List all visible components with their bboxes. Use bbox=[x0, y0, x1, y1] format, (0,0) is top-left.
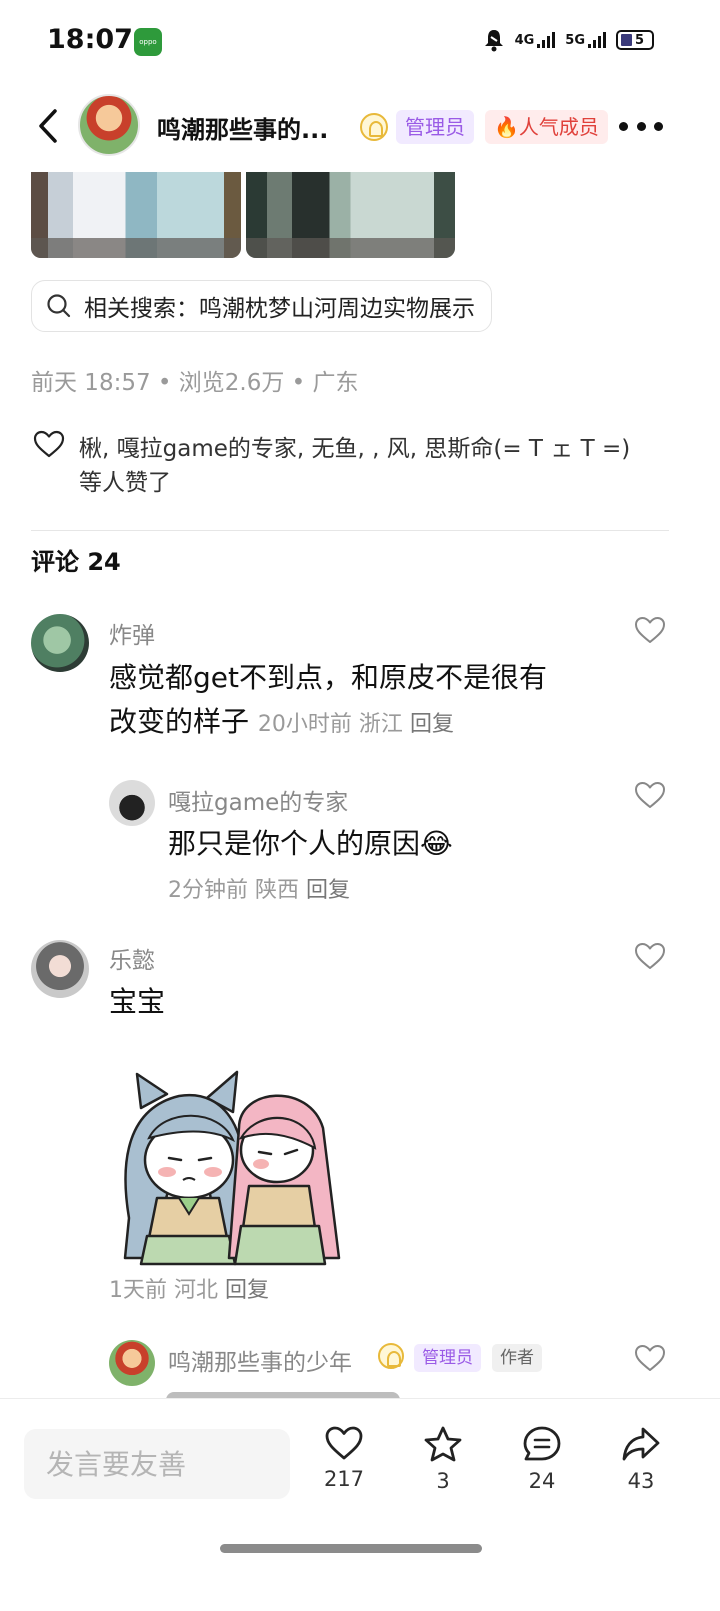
comment-text-line: 改变的样子 bbox=[109, 705, 250, 738]
status-bar: 18:07 oppo 4G 5G 5 bbox=[0, 0, 720, 84]
signal-4g-icon: 4G bbox=[515, 32, 556, 48]
heart-icon bbox=[33, 430, 65, 458]
likes-suffix: 等人赞了 bbox=[79, 470, 171, 496]
commenter-avatar[interactable] bbox=[109, 780, 155, 826]
network-5g-label: 5G bbox=[565, 33, 585, 48]
comment-button[interactable]: 24 bbox=[502, 1425, 582, 1493]
comment-like-icon[interactable] bbox=[634, 942, 666, 970]
comment-text: 感觉都get不到点，和原皮不是很有 改变的样子 20小时前 浙江 回复 bbox=[109, 656, 629, 747]
popular-member-tag: 🔥人气成员 bbox=[485, 110, 608, 144]
bottom-action-bar: 217 3 24 43 bbox=[0, 1398, 720, 1611]
post-image-gallery bbox=[31, 172, 461, 258]
star-icon bbox=[424, 1426, 462, 1462]
author-name[interactable]: 鸣潮那些事的... bbox=[157, 110, 349, 145]
home-indicator[interactable] bbox=[220, 1544, 482, 1553]
bell-mute-icon bbox=[484, 30, 503, 52]
share-count: 43 bbox=[627, 1469, 655, 1493]
likes-names: 楸, 嘎拉game的专家, 无鱼, , 风, 思斯命(= T ェ T =) bbox=[79, 436, 631, 462]
comment-like-icon[interactable] bbox=[634, 616, 666, 644]
fire-icon: 🔥 bbox=[494, 115, 519, 139]
commenter-name[interactable]: 鸣潮那些事的少年 bbox=[168, 1343, 352, 1377]
comment-time: 1天前 bbox=[109, 1278, 167, 1303]
commenter-avatar[interactable] bbox=[31, 940, 89, 998]
status-time: 18:07 bbox=[47, 24, 133, 55]
commenter-avatar[interactable] bbox=[109, 1340, 155, 1386]
share-button[interactable]: 43 bbox=[601, 1425, 681, 1493]
author-avatar[interactable] bbox=[78, 94, 140, 156]
share-arrow-icon bbox=[622, 1427, 660, 1461]
post-meta: 前天 18:57 • 浏览2.6万 • 广东 bbox=[31, 370, 359, 396]
comment-count: 24 bbox=[528, 1469, 556, 1493]
comment-like-icon[interactable] bbox=[634, 1344, 666, 1372]
battery-level: 5 bbox=[635, 32, 645, 48]
comment-meta: 2分钟前 陕西 回复 bbox=[168, 872, 350, 904]
commenter-avatar[interactable] bbox=[31, 614, 89, 672]
favorite-button[interactable]: 3 bbox=[403, 1425, 483, 1493]
related-search-chip[interactable]: 相关搜索：鸣潮枕梦山河周边实物展示 bbox=[31, 280, 492, 332]
comments-title: 评论 24 bbox=[31, 548, 121, 576]
more-options-button[interactable] bbox=[619, 110, 663, 142]
comment-bubble-icon bbox=[523, 1426, 561, 1461]
network-4g-label: 4G bbox=[514, 33, 535, 48]
back-arrow-icon[interactable] bbox=[36, 108, 60, 144]
related-search-text: 相关搜索：鸣潮枕梦山河周边实物展示 bbox=[84, 296, 475, 322]
sticker-image[interactable] bbox=[109, 1068, 343, 1268]
like-count: 217 bbox=[323, 1467, 365, 1491]
comment-meta: 20小时前 浙江 回复 bbox=[258, 712, 454, 737]
reply-button[interactable]: 回复 bbox=[410, 712, 454, 737]
author-tag: 作者 bbox=[492, 1344, 542, 1372]
comment-input[interactable] bbox=[24, 1429, 290, 1499]
comment-meta: 1天前 河北 回复 bbox=[109, 1272, 269, 1304]
comment-location: 浙江 bbox=[358, 712, 403, 737]
reply-button[interactable]: 回复 bbox=[306, 878, 350, 903]
comment-location: 河北 bbox=[174, 1278, 219, 1303]
admin-tag: 管理员 bbox=[396, 110, 474, 144]
comment-text-line: 感觉都get不到点，和原皮不是很有 bbox=[109, 661, 547, 694]
oppo-app-icon: oppo bbox=[134, 28, 162, 56]
divider bbox=[31, 530, 669, 531]
signal-5g-icon: 5G bbox=[565, 32, 606, 48]
battery-icon: 5 bbox=[616, 30, 654, 50]
comment-text: 宝宝 bbox=[109, 985, 166, 1018]
comment-time: 20小时前 bbox=[257, 712, 352, 737]
commenter-name[interactable]: 乐懿 bbox=[109, 941, 155, 975]
post-image[interactable] bbox=[31, 172, 241, 258]
status-indicators: 4G 5G 5 bbox=[483, 28, 654, 52]
comment-time: 2分钟前 bbox=[168, 878, 248, 903]
reply-button[interactable]: 回复 bbox=[225, 1278, 269, 1303]
heart-icon bbox=[325, 1426, 363, 1460]
post-image[interactable] bbox=[246, 172, 455, 258]
admin-tag: 管理员 bbox=[414, 1344, 481, 1372]
comment-text: 那只是你个人的原因😂 bbox=[168, 827, 453, 860]
commenter-name[interactable]: 炸弹 bbox=[109, 616, 155, 650]
search-icon bbox=[47, 294, 71, 318]
popular-member-label: 人气成员 bbox=[518, 115, 599, 139]
commenter-name[interactable]: 嘎拉game的专家 bbox=[168, 783, 348, 817]
comment-location: 陕西 bbox=[255, 878, 300, 903]
comment-like-icon[interactable] bbox=[634, 781, 666, 809]
likes-text: 楸, 嘎拉game的专家, 无鱼, , 风, 思斯命(= T ェ T =) 等人… bbox=[79, 432, 679, 500]
admin-badge-icon bbox=[360, 113, 388, 141]
like-button[interactable]: 217 bbox=[304, 1425, 384, 1491]
post-header: 鸣潮那些事的... 管理员 🔥人气成员 bbox=[0, 90, 720, 162]
favorite-count: 3 bbox=[436, 1469, 450, 1493]
admin-badge-icon bbox=[378, 1343, 404, 1369]
